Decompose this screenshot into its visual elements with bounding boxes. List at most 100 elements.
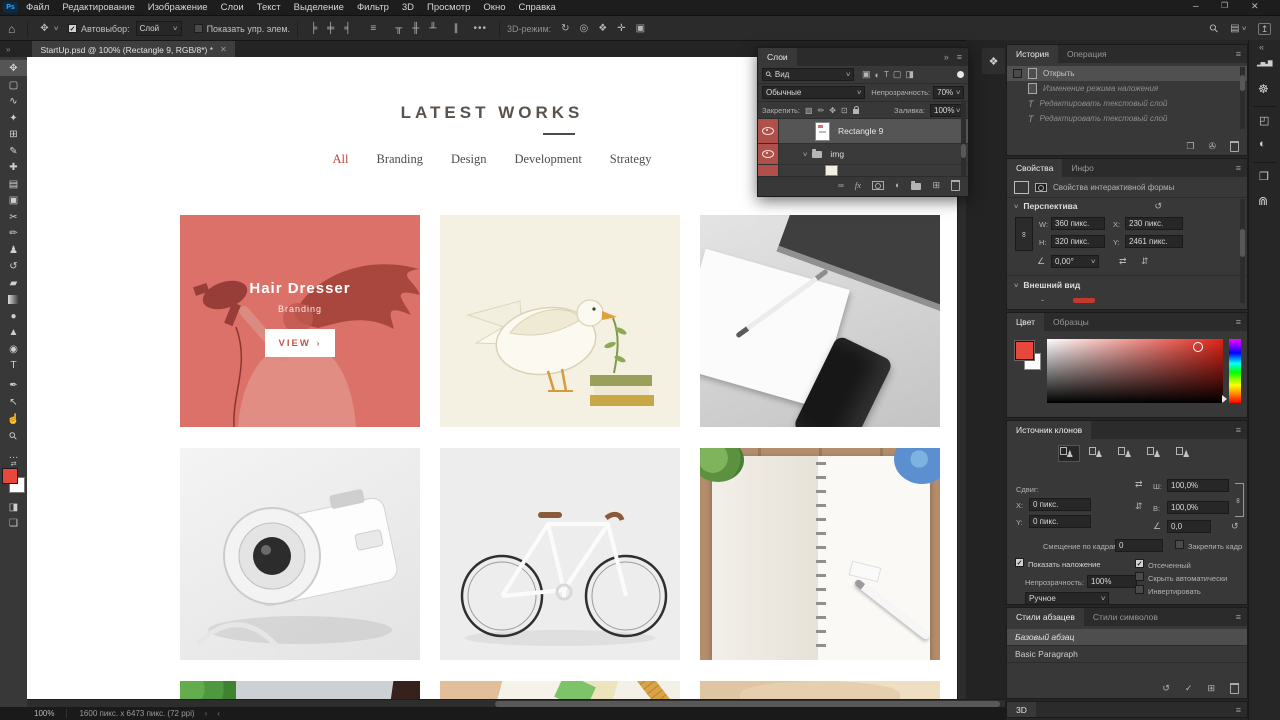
clone-source-2-icon[interactable]: ♟ xyxy=(1088,446,1108,461)
document-tab[interactable]: StartUp.psd @ 100% (Rectangle 9, RGB/8*)… xyxy=(32,41,235,58)
quick-selection-tool[interactable]: ✦ xyxy=(0,110,27,126)
color-picker-marker[interactable] xyxy=(1193,342,1203,352)
frame-offset-field[interactable]: 0 xyxy=(1115,539,1163,552)
menu-edit[interactable]: Редактирование xyxy=(62,2,134,13)
clone-x-field[interactable]: 0 пикс. xyxy=(1029,498,1091,511)
marquee-tool[interactable]: ▢ xyxy=(0,77,27,93)
3d-orbit-icon[interactable]: ↻ xyxy=(561,23,569,34)
clone-opacity-field[interactable]: 100% xyxy=(1087,575,1137,588)
new-group-icon[interactable] xyxy=(911,180,922,190)
y-field[interactable]: 2461 пикс. xyxy=(1125,235,1183,248)
align-top-icon[interactable]: ╥ xyxy=(395,23,402,34)
zoom-tool[interactable]: ⚲ xyxy=(0,428,27,444)
3d-pan-icon[interactable]: ❖ xyxy=(598,23,607,34)
tab-swatches[interactable]: Образцы xyxy=(1044,313,1098,331)
opacity-select[interactable]: 70% ∨ xyxy=(933,86,964,99)
menu-help[interactable]: Справка xyxy=(519,2,556,13)
layer-row-img-group[interactable]: ∨ img xyxy=(758,144,968,165)
move-tool-icon[interactable]: ✥ xyxy=(40,23,48,34)
menu-filter[interactable]: Фильтр xyxy=(357,2,389,13)
tab-layers[interactable]: Слои xyxy=(758,48,797,66)
height-field[interactable]: 320 пикс. xyxy=(1051,235,1105,248)
overlay-mode-select[interactable]: Ручное ∨ xyxy=(1025,592,1109,605)
libraries-panel-icon[interactable]: ◰ xyxy=(1259,114,1269,127)
layers-scrollbar[interactable] xyxy=(961,100,966,176)
quick-mask-icon[interactable]: ◨ xyxy=(0,499,27,515)
flip-horizontal-icon[interactable]: ⇄ xyxy=(1119,256,1127,267)
distribute-v-icon[interactable]: ∥ xyxy=(453,23,458,34)
clone-y-field[interactable]: 0 пикс. xyxy=(1029,515,1091,528)
menu-image[interactable]: Изображение xyxy=(148,2,208,13)
clone-source-3-icon[interactable]: ♟ xyxy=(1117,446,1137,461)
tab-info[interactable]: Инфо xyxy=(1062,159,1103,177)
tab-3d[interactable]: 3D xyxy=(1007,702,1036,717)
group-expand-icon[interactable]: ∨ xyxy=(802,151,808,158)
tab-character-styles[interactable]: Стили символов xyxy=(1084,608,1167,626)
tab-overflow-icon[interactable]: » xyxy=(6,45,10,54)
clear-override-icon[interactable]: ↺ xyxy=(1162,683,1170,694)
panel-menu-icon[interactable]: ≡ xyxy=(1230,159,1247,177)
tab-paragraph-styles[interactable]: Стили абзацев xyxy=(1007,608,1084,626)
panel-menu-icon[interactable]: ≡ xyxy=(957,52,962,62)
hue-slider-marker[interactable] xyxy=(1222,395,1227,403)
adjustments-panel-icon[interactable]: ◐ xyxy=(1259,138,1266,150)
eyedropper-tool[interactable]: ✎ xyxy=(0,143,27,159)
navigator-panel-icon[interactable]: ☸ xyxy=(1258,82,1269,96)
clone-source-panel-icon[interactable]: ❒ xyxy=(1259,170,1269,183)
saturation-brightness-field[interactable] xyxy=(1047,339,1223,403)
screen-mode-icon[interactable]: ❏ xyxy=(0,515,27,531)
gradient-tool[interactable] xyxy=(0,291,27,307)
autoselect-checkbox[interactable]: ✓ xyxy=(68,24,78,33)
share-icon[interactable]: ↥ xyxy=(1257,22,1272,35)
panel-menu-icon[interactable]: ≡ xyxy=(1230,608,1247,626)
width-field[interactable]: 360 пикс. xyxy=(1051,217,1105,230)
patch-tool[interactable]: ▤ xyxy=(0,176,27,192)
path-selection-tool[interactable]: ↖ xyxy=(0,394,27,410)
puppet-warp-panel-icon[interactable]: ⋒ xyxy=(1258,194,1268,208)
lock-all-icon[interactable] xyxy=(852,106,859,114)
menu-type[interactable]: Текст xyxy=(257,2,281,13)
angle-select[interactable]: 0,00° ∨ xyxy=(1051,255,1099,268)
frame-tool[interactable]: ▣ xyxy=(0,192,27,208)
status-collapse-icon[interactable]: ‹ xyxy=(217,709,220,718)
slice-tool[interactable]: ✂ xyxy=(0,209,27,225)
invert-checkbox[interactable] xyxy=(1135,585,1144,594)
redefine-style-icon[interactable]: ✓ xyxy=(1185,683,1193,694)
tab-color[interactable]: Цвет xyxy=(1007,313,1045,331)
filter-type-layers-icon[interactable]: T xyxy=(884,70,889,79)
align-bottom-icon[interactable]: ╨ xyxy=(429,23,436,34)
panel-menu-icon[interactable]: ≡ xyxy=(1230,705,1247,715)
clone-width-field[interactable]: 100,0% xyxy=(1167,479,1229,492)
style-item-basic-paragraph[interactable]: Basic Paragraph xyxy=(1007,646,1247,663)
clone-source-5-icon[interactable]: ♟ xyxy=(1175,446,1195,461)
foreground-color-swatch[interactable] xyxy=(2,468,18,484)
clone-source-4-icon[interactable]: ♟ xyxy=(1146,446,1166,461)
crop-tool[interactable]: ⊞ xyxy=(0,126,27,142)
history-item[interactable]: T Редактировать текстовый слой xyxy=(1007,111,1247,126)
blend-mode-select[interactable]: Обычные ∨ xyxy=(762,86,866,99)
reset-icon[interactable]: ↺ xyxy=(1231,521,1239,532)
lock-position-icon[interactable]: ✥ xyxy=(829,106,836,115)
home-icon[interactable]: ⌂ xyxy=(8,22,15,36)
new-style-icon[interactable]: ⊞ xyxy=(1207,683,1215,694)
show-overlay-checkbox[interactable]: ✓ xyxy=(1015,558,1024,567)
link-layers-icon[interactable]: ∞ xyxy=(838,181,844,190)
clone-angle-field[interactable]: 0,0 xyxy=(1167,520,1211,533)
3d-slide-icon[interactable]: ✛ xyxy=(617,23,625,34)
adjustment-layer-icon[interactable]: ◐ xyxy=(895,180,900,190)
status-expand-icon[interactable]: › xyxy=(205,709,208,718)
close-button[interactable]: ✕ xyxy=(1251,1,1259,12)
lasso-tool[interactable]: ∿ xyxy=(0,93,27,109)
more-options-icon[interactable]: ••• xyxy=(473,23,487,34)
menu-file[interactable]: Файл xyxy=(26,2,49,13)
reset-icon[interactable]: ↺ xyxy=(1155,201,1163,212)
menu-view[interactable]: Просмотр xyxy=(427,2,470,13)
menu-select[interactable]: Выделение xyxy=(294,2,344,13)
tab-actions[interactable]: Операция xyxy=(1058,45,1116,63)
blur-tool[interactable]: ● xyxy=(0,308,27,324)
panel-collapse-icon[interactable]: » xyxy=(944,52,949,62)
clone-height-field[interactable]: 100,0% xyxy=(1167,501,1229,514)
menu-window[interactable]: Окно xyxy=(483,2,505,13)
add-mask-icon[interactable] xyxy=(872,180,885,190)
3d-roll-icon[interactable]: ◎ xyxy=(580,23,589,34)
